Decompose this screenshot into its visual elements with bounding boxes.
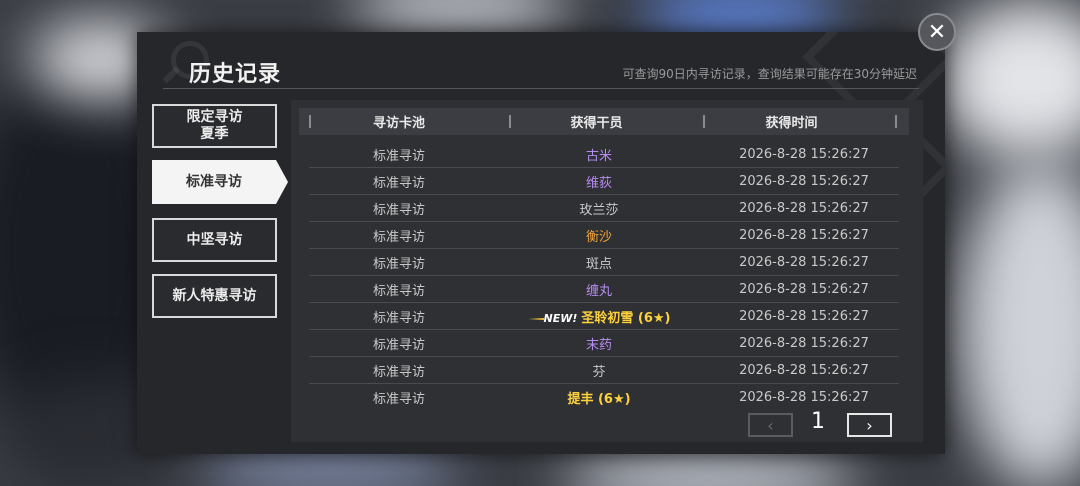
tab-label: 新人特惠寻访: [172, 287, 257, 304]
cell-pool: 标准寻访: [372, 283, 425, 299]
table-header: 寻访卡池 获得干员 获得时间: [299, 108, 909, 135]
cell-time: 2026-8-28 15:26:27: [739, 200, 869, 216]
cell-time: 2026-8-28 15:26:27: [739, 173, 869, 189]
page-number: 1: [811, 409, 825, 434]
cell-operator: 缠丸: [489, 280, 709, 299]
cell-pool: 标准寻访: [372, 310, 425, 326]
close-button[interactable]: ✕: [918, 13, 956, 51]
operator-name: 圣聆初雪 (6★): [581, 310, 671, 326]
table-row: 标准寻访 玫兰莎 2026-8-28 15:26:27: [309, 195, 899, 222]
cell-pool: 标准寻访: [372, 229, 425, 245]
query-notice: 可查询90日内寻访记录，查询结果可能存在30分钟延迟: [622, 67, 917, 81]
column-header-pool: 寻访卡池: [372, 116, 425, 131]
cell-time: 2026-8-28 15:26:27: [739, 281, 869, 297]
tab-pool-0[interactable]: 限定寻访 夏季: [152, 104, 277, 148]
operator-name: 芬: [592, 364, 606, 380]
column-header-operator: 获得干员: [570, 116, 623, 131]
cell-operator: 末药: [489, 334, 709, 353]
cell-operator: 维荻: [489, 172, 709, 191]
cell-operator: 斑点: [489, 253, 709, 272]
next-page-button[interactable]: ›: [847, 413, 892, 437]
table-row: 标准寻访 末药 2026-8-28 15:26:27: [309, 330, 899, 357]
cell-pool: 标准寻访: [372, 202, 425, 218]
title-divider: [163, 88, 919, 89]
cell-pool: 标准寻访: [372, 256, 425, 272]
new-badge: NEW!: [527, 312, 577, 325]
operator-name: 衡沙: [585, 229, 612, 245]
cell-operator: NEW! 圣聆初雪 (6★): [489, 307, 709, 326]
cell-operator: 芬: [489, 361, 709, 380]
tab-label: 标准寻访: [186, 173, 242, 190]
cell-pool: 标准寻访: [372, 175, 425, 191]
cell-pool: 标准寻访: [372, 392, 425, 407]
table-row: 标准寻访 提丰 (6★) 2026-8-28 15:26:27: [309, 384, 899, 411]
table-row: 标准寻访 衡沙 2026-8-28 15:26:27: [309, 222, 899, 249]
table-row: 标准寻访 芬 2026-8-28 15:26:27: [309, 357, 899, 384]
table-row: 标准寻访 古米 2026-8-28 15:26:27: [309, 141, 899, 168]
table-row: 标准寻访 维荻 2026-8-28 15:26:27: [309, 168, 899, 195]
history-panel: 历史记录 可查询90日内寻访记录，查询结果可能存在30分钟延迟 限定寻访 夏季标…: [137, 32, 945, 454]
tab-label: 中坚寻访: [186, 231, 243, 248]
cell-operator: 衡沙: [489, 226, 709, 245]
cell-time: 2026-8-28 15:26:27: [739, 390, 869, 405]
tab-label: 限定寻访 夏季: [186, 109, 243, 142]
operator-name: 维荻: [585, 175, 612, 191]
operator-name: 斑点: [585, 256, 612, 272]
cell-time: 2026-8-28 15:26:27: [739, 254, 869, 270]
cell-operator: 玫兰莎: [489, 199, 709, 218]
prev-page-button[interactable]: ‹: [748, 413, 793, 437]
cell-operator: 古米: [489, 145, 709, 164]
operator-name: 末药: [585, 337, 612, 353]
tab-pool-2[interactable]: 中坚寻访: [152, 218, 277, 262]
page-title: 历史记录: [189, 62, 282, 87]
tab-pool-3[interactable]: 新人特惠寻访: [152, 274, 277, 318]
operator-name: 提丰 (6★): [567, 392, 631, 407]
operator-name: 古米: [585, 148, 612, 164]
tab-pool-1[interactable]: 标准寻访: [152, 160, 288, 204]
table-row: 标准寻访 斑点 2026-8-28 15:26:27: [309, 249, 899, 276]
cell-pool: 标准寻访: [372, 337, 425, 353]
operator-name: 玫兰莎: [579, 202, 619, 218]
cell-pool: 标准寻访: [372, 364, 425, 380]
table-row: 标准寻访 NEW! 圣聆初雪 (6★) 2026-8-28 15:26:27: [309, 303, 899, 330]
chevron-left-icon: ‹: [767, 415, 774, 435]
cell-time: 2026-8-28 15:26:27: [739, 335, 869, 351]
cell-pool: 标准寻访: [372, 148, 425, 164]
table-row: 标准寻访 缠丸 2026-8-28 15:26:27: [309, 276, 899, 303]
chevron-right-icon: ›: [866, 415, 873, 435]
close-icon: ✕: [927, 19, 947, 45]
table-body: 标准寻访 古米 2026-8-28 15:26:27 标准寻访 维荻 2026-8-28 …: [309, 141, 899, 411]
cell-time: 2026-8-28 15:26:27: [739, 308, 869, 324]
cell-time: 2026-8-28 15:26:27: [739, 362, 869, 378]
column-header-time: 获得时间: [765, 116, 818, 131]
cell-operator: 提丰 (6★): [489, 388, 709, 407]
record-table: 寻访卡池 获得干员 获得时间 标准寻访 古米 2026-8-28 15:26:27 标…: [291, 100, 923, 442]
operator-name: 缠丸: [585, 283, 612, 299]
cell-time: 2026-8-28 15:26:27: [739, 227, 869, 243]
cell-time: 2026-8-28 15:26:27: [739, 146, 869, 162]
